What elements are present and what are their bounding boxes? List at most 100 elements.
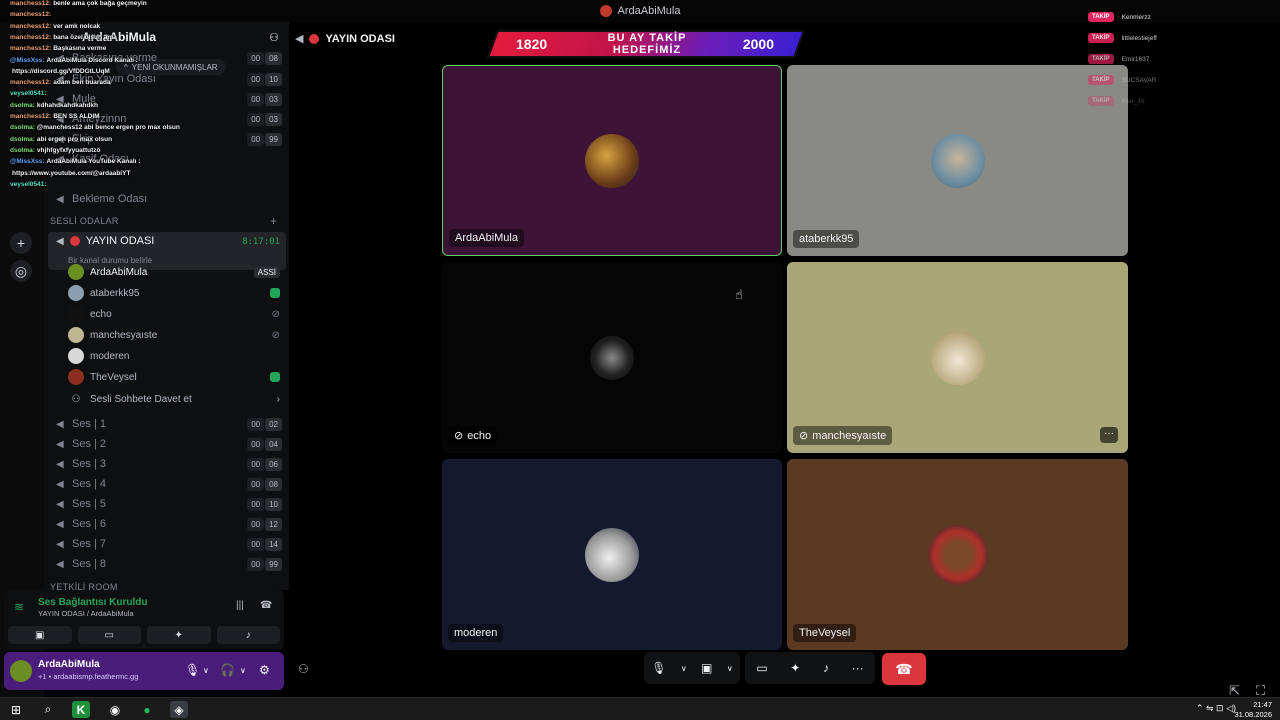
- video-tile[interactable]: moderen: [442, 459, 782, 650]
- video-tile[interactable]: ArdaAbiMula: [442, 65, 782, 256]
- hang-up-icon: ☎: [895, 660, 913, 677]
- voice-status[interactable]: Ses Bağlantısı Kuruldu: [38, 597, 147, 608]
- channel-item[interactable]: ◀ Ses | 8 00 99: [50, 554, 282, 574]
- search-icon[interactable]: ⌕: [39, 701, 57, 718]
- activities-icon[interactable]: ✦: [790, 661, 800, 675]
- signal-icon[interactable]: ≋: [14, 600, 24, 614]
- user-count: 00 08: [247, 477, 282, 491]
- voice-user[interactable]: TheVeysel: [68, 367, 280, 387]
- follow-goal-banner: 1820 BU AY TAKİP HEDEFİMİZ 2000: [486, 30, 806, 58]
- video-tile[interactable]: ⊘ manchesyaıste ···: [787, 262, 1128, 453]
- channel-name: Ekip Yayın Odası: [72, 73, 156, 85]
- channel-name: Ekip: [72, 133, 94, 145]
- speaker-icon: ◀: [56, 558, 64, 570]
- window-title: ArdaAbiMula: [617, 5, 681, 17]
- invite-people-icon[interactable]: ⚇: [298, 662, 309, 676]
- discover-icon[interactable]: ◎: [10, 260, 32, 282]
- soundboard-button[interactable]: ♪: [216, 626, 280, 644]
- speaker-icon: ◀: [56, 52, 64, 64]
- channel-item[interactable]: ◀ Kasif Odası: [50, 149, 282, 169]
- muted-icon: ⊘: [271, 308, 280, 320]
- add-user-icon: ⚇: [71, 393, 81, 405]
- add-server-icon[interactable]: +: [10, 232, 32, 254]
- channel-item[interactable]: ◀ Başkasına verme 00 08: [50, 48, 282, 68]
- channel-item[interactable]: ◀ Ses | 6 00 12: [50, 514, 282, 534]
- activities-button[interactable]: ✦: [147, 626, 211, 644]
- camera-off-icon[interactable]: ▣: [701, 661, 712, 675]
- voice-user[interactable]: ArdaAbiMula ASSİ: [68, 262, 280, 282]
- voice-connection-panel: ≋ Ses Bağlantısı Kuruldu YAYIN ODASI / A…: [4, 590, 284, 650]
- active-channel-name: YAYIN ODASI: [85, 235, 155, 247]
- headphones-icon[interactable]: 🎧: [220, 663, 235, 677]
- avatar: [68, 264, 84, 280]
- speaker-icon: ◀: [56, 235, 64, 247]
- voice-user[interactable]: ataberkk95: [68, 283, 280, 303]
- channel-item[interactable]: ◀ Ses | 7 00 14: [50, 534, 282, 554]
- channel-item[interactable]: ◀ Ekip Yayın Odası 00 10: [50, 69, 282, 89]
- user-name[interactable]: ArdaAbiMula: [38, 659, 100, 670]
- screen-share-button[interactable]: ▭: [77, 626, 141, 644]
- chevron-down-icon[interactable]: ∨: [203, 666, 209, 675]
- video-tile[interactable]: ataberkk95: [787, 65, 1128, 256]
- category-header[interactable]: YETKİLİ ROOM: [50, 582, 118, 590]
- video-tile[interactable]: TheVeysel: [787, 459, 1128, 650]
- chevron-down-icon[interactable]: ∨: [681, 664, 687, 673]
- channel-item[interactable]: ◀ Ses | 5 00 10: [50, 494, 282, 514]
- channel-item[interactable]: ◀ Ekip 00 99: [50, 129, 282, 149]
- chevron-right-icon: ›: [276, 393, 280, 405]
- invite-to-voice[interactable]: ⚇ Sesli Sohbete Davet et ›: [68, 389, 280, 409]
- video-tile[interactable]: ⊘ echo: [442, 262, 782, 453]
- gear-icon[interactable]: ⚙: [259, 663, 270, 677]
- clock[interactable]: 21:47 31.08.2026: [1234, 700, 1272, 720]
- channel-name: Ses | 2: [72, 438, 107, 450]
- windows-start-icon[interactable]: ⊞: [7, 701, 25, 718]
- channel-item[interactable]: ◀ Ses | 4 00 08: [50, 474, 282, 494]
- soundboard-icon[interactable]: ♪: [823, 661, 829, 675]
- disconnect-icon[interactable]: ☎: [260, 600, 272, 611]
- add-member-icon[interactable]: ⚇: [269, 31, 279, 44]
- category-header[interactable]: SESLİ ODALAR: [50, 216, 119, 226]
- voice-user[interactable]: echo ⊘: [68, 304, 280, 324]
- voice-user[interactable]: manchesyaıste ⊘: [68, 325, 280, 345]
- noise-suppression-icon[interactable]: |||: [236, 600, 244, 611]
- chevron-down-icon[interactable]: ∨: [240, 666, 246, 675]
- more-options-icon[interactable]: ···: [852, 661, 864, 675]
- microphone-icon[interactable]: 🎙: [651, 661, 666, 675]
- tile-name-label: ⊘ echo: [448, 426, 498, 445]
- follow-alert: TAKİP Emir1637: [1088, 52, 1149, 66]
- user-count: 00 03: [247, 112, 282, 126]
- channel-item[interactable]: ◀ Ses | 2 00 04: [50, 434, 282, 454]
- obs-app-icon[interactable]: ◉: [106, 701, 124, 718]
- microphone-icon[interactable]: 🎙: [185, 663, 200, 677]
- avatar: [68, 327, 84, 343]
- more-options-icon[interactable]: ···: [1100, 427, 1118, 443]
- voice-user[interactable]: moderen: [68, 346, 280, 366]
- channel-item[interactable]: ◀ Ses | 3 00 06: [50, 454, 282, 474]
- system-tray-icons[interactable]: ⌃ ⇋ ⊡ ◁): [1196, 703, 1236, 714]
- server-header[interactable]: ArdaAbiMula ⚇: [44, 26, 289, 48]
- channel-item[interactable]: ◀ Ses | 1 00 02: [50, 414, 282, 434]
- spotify-app-icon[interactable]: ●: [138, 701, 156, 718]
- channel-name: Ses | 1: [72, 418, 107, 430]
- user-status: +1 • ardaabismp.feathermc.gg: [38, 672, 139, 681]
- avatar[interactable]: [10, 660, 32, 682]
- live-dot-icon: [309, 33, 320, 44]
- channel-item[interactable]: ◀ Ameyzinnn 00 03: [50, 109, 282, 129]
- add-channel-icon[interactable]: +: [270, 214, 277, 228]
- speaker-icon: ◀: [295, 33, 304, 45]
- screen-share-icon[interactable]: ▭: [756, 661, 767, 675]
- avatar: [927, 524, 988, 585]
- disconnect-button[interactable]: ☎: [882, 653, 926, 685]
- user-count: 00 99: [247, 557, 282, 571]
- channel-name: Ses | 6: [72, 518, 107, 530]
- chevron-down-icon[interactable]: ∨: [727, 664, 733, 673]
- channel-name: Ses | 5: [72, 498, 107, 510]
- user-count: 00 12: [247, 517, 282, 531]
- channel-item[interactable]: ◀ Mule 00 03: [50, 89, 282, 109]
- discord-app-icon[interactable]: ◈: [170, 701, 188, 718]
- channel-item[interactable]: ◀ Bekleme Odası: [50, 189, 282, 209]
- follow-tag: TAKİP: [1088, 75, 1114, 85]
- kick-app-icon[interactable]: K: [72, 701, 90, 718]
- camera-button[interactable]: ▣: [8, 626, 72, 644]
- screen-share-icon: ▭: [104, 629, 114, 641]
